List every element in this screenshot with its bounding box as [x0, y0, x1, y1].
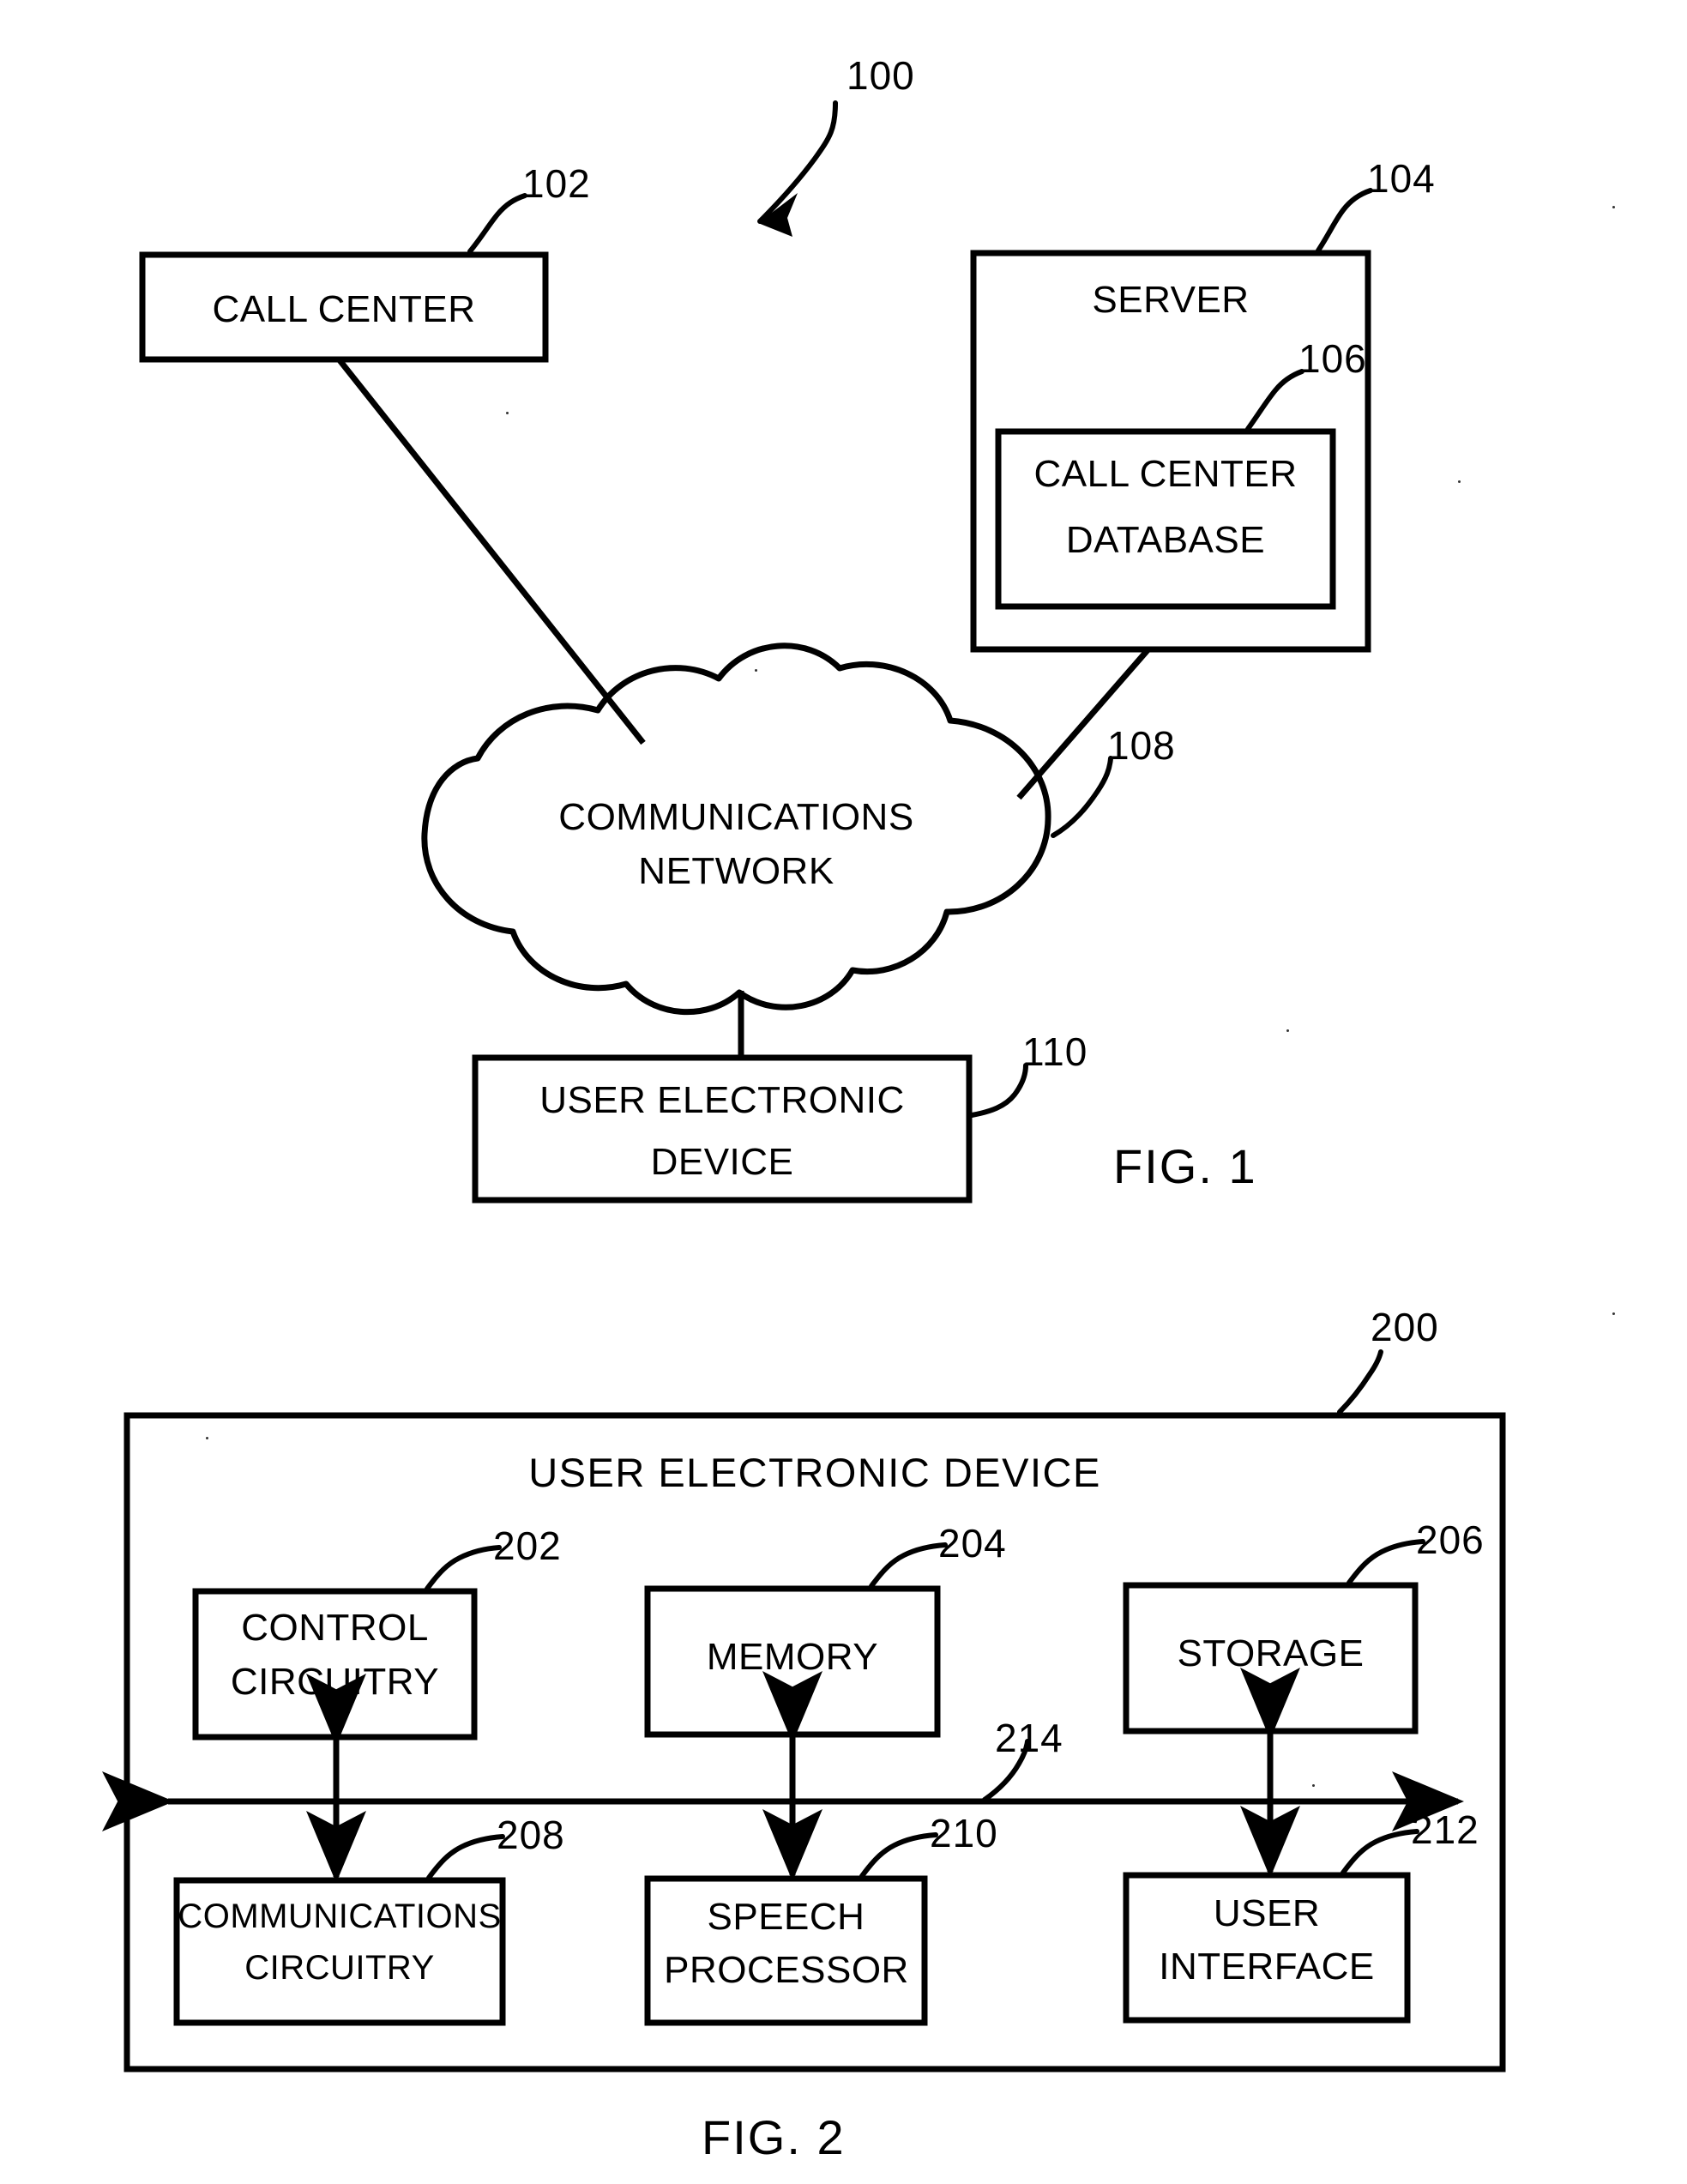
communications-circuitry-label-line1: COMMUNICATIONS [178, 1897, 502, 1935]
scan-speck [206, 1437, 208, 1439]
scan-speck [755, 669, 757, 672]
user-interface-label-line2: INTERFACE [1159, 1946, 1375, 1988]
ref-208: 208 [497, 1813, 565, 1857]
memory-label: MEMORY [706, 1636, 879, 1678]
ref-202-leader [425, 1545, 502, 1591]
speech-processor-label-line1: SPEECH [707, 1896, 865, 1938]
server-label: SERVER [1092, 279, 1250, 321]
ref-108-leader [1051, 756, 1113, 838]
ref-104: 104 [1367, 156, 1436, 201]
ref-106-leader [1245, 369, 1304, 431]
fig1-caption: FIG. 1 [1113, 1139, 1257, 1193]
ref-202: 202 [493, 1523, 562, 1568]
network-label-line1: COMMUNICATIONS [558, 796, 914, 838]
control-circuitry-label-line2: CIRCUITRY [230, 1661, 440, 1703]
ref-212: 212 [1411, 1807, 1479, 1852]
ref-110: 110 [1022, 1029, 1088, 1074]
ref-110-leader [969, 1063, 1028, 1118]
ref-210-leader [859, 1832, 938, 1879]
user-device-label-line2: DEVICE [650, 1141, 794, 1183]
ref-100: 100 [847, 53, 915, 98]
fig2-caption: FIG. 2 [702, 2110, 846, 2164]
system-100-leader [757, 100, 838, 237]
ref-200: 200 [1371, 1305, 1439, 1349]
scan-speck [1312, 1784, 1315, 1787]
scan-speck [1612, 206, 1615, 208]
storage-label: STORAGE [1177, 1632, 1365, 1674]
network-label-line2: NETWORK [638, 850, 834, 892]
ref-104-leader [1316, 188, 1373, 253]
user-interface-label-line1: USER [1213, 1892, 1321, 1934]
call-center-database-label-line1: CALL CENTER [1033, 453, 1298, 495]
speech-processor-label-line2: PROCESSOR [664, 1949, 909, 1991]
call-center-label: CALL CENTER [212, 288, 476, 330]
scan-speck [506, 412, 509, 414]
ref-204-leader [869, 1542, 948, 1589]
ref-214: 214 [995, 1716, 1063, 1760]
call-center-database-label-line2: DATABASE [1065, 519, 1266, 561]
ref-102: 102 [522, 161, 591, 206]
ref-210: 210 [930, 1811, 998, 1855]
patent-drawing-sheet: 100 102 104 106 108 110 CALL CENTER SERV… [0, 0, 1687, 2184]
user-device-label-line1: USER ELECTRONIC [539, 1079, 905, 1121]
ref-206: 206 [1416, 1517, 1485, 1562]
ref-108: 108 [1107, 723, 1176, 768]
scan-speck [1612, 1312, 1615, 1315]
ref-206-leader [1347, 1539, 1425, 1585]
ref-204: 204 [938, 1521, 1007, 1566]
link-call-center-network [337, 358, 646, 745]
ref-102-leader [467, 193, 527, 254]
ref-106: 106 [1298, 336, 1367, 381]
ref-212-leader [1341, 1829, 1419, 1875]
ref-208-leader [426, 1834, 505, 1880]
fig2-device-title: USER ELECTRONIC DEVICE [528, 1450, 1101, 1495]
communications-circuitry-label-line2: CIRCUITRY [244, 1949, 435, 1987]
scan-speck [1458, 480, 1461, 483]
control-circuitry-label-line1: CONTROL [241, 1607, 429, 1649]
ref-200-leader [1337, 1349, 1383, 1415]
scan-speck [1286, 1029, 1289, 1032]
